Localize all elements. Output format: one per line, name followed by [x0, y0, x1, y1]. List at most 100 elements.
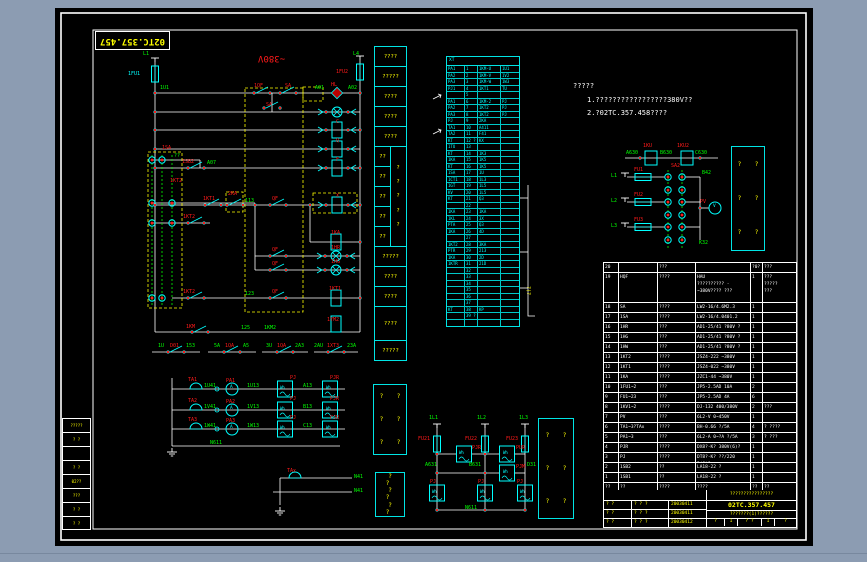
schematic-label: QF: [272, 261, 279, 267]
schematic-label: PJ: [478, 479, 485, 485]
bom-row: 14 1HW??? AD1-25/41 ?80V ? 1: [604, 343, 796, 353]
schematic-label: Wh: [280, 425, 285, 430]
schematic-label: 123: [245, 291, 255, 297]
schematic-label: HL: [331, 82, 338, 88]
schematic-label: 1QF: [254, 83, 264, 89]
function-cell: ????: [375, 47, 406, 67]
schematic-label: ??: [174, 153, 181, 159]
schematic-label: Wh: [503, 450, 508, 455]
schematic-label: 1U13: [247, 383, 260, 389]
revision-row: 02??: [63, 475, 90, 489]
schematic-label: Wh: [326, 425, 331, 430]
schematic-label: PA2: [226, 399, 236, 405]
legend-text: ? ?: [737, 194, 764, 202]
schematic-label: FU1: [634, 167, 644, 173]
schematic-label: PUR: [516, 445, 526, 451]
function-cell: ????: [375, 267, 406, 287]
schematic-label: ?(?: [525, 285, 532, 296]
bom-row: 2 1SB2?? LA18-22 ? 1: [604, 463, 796, 473]
schematic-label: A631: [425, 462, 438, 468]
bom-row: 8 1KV1~2???? DJ-132 400/380V 2???: [604, 403, 796, 413]
bom-row: 13 1KT2???? JSZ4-222 ~380V 1: [604, 353, 796, 363]
bom-row: 12 1KT1???? JSZ4-022 ~380V 1: [604, 363, 796, 373]
function-cell: ????: [375, 87, 406, 107]
schematic-label: PJ: [290, 415, 297, 421]
revision-row: ? ?: [63, 461, 90, 475]
function-cell: ????: [375, 127, 406, 147]
schematic-label: L1: [143, 51, 150, 57]
schematic-label: 1KT2: [170, 178, 183, 184]
schematic-label: SA: [266, 102, 273, 108]
schematic-label: Wh: [326, 385, 331, 390]
schematic-label: A01: [315, 85, 325, 91]
revision-row: ? ?: [63, 503, 90, 517]
schematic-label: C: [336, 119, 340, 125]
drawing-number: 02TC.357.457: [99, 35, 166, 46]
schematic-label: B42: [702, 170, 712, 176]
bom-row: 3PJ????DT8?-K? ??/220 3(6)?1: [604, 453, 796, 463]
bom-row: 11 1KA???? JZC1-44 ~380V 1: [604, 373, 796, 383]
bom-row: 18 SA???? LW2-16/4.6M2.3 1: [604, 303, 796, 313]
schematic-label: 1HR: [331, 245, 341, 251]
schematic-label: 2A3: [295, 343, 305, 349]
schematic-label: A: [230, 406, 233, 411]
legend-text: ? ?: [545, 465, 572, 472]
schematic-label: 1KT2: [183, 289, 196, 295]
schematic-label: A02: [348, 85, 358, 91]
schematic-label: L1: [611, 173, 618, 179]
note-line-1: 1.?????????????????380V??: [587, 96, 693, 104]
function-cell: ????: [375, 107, 406, 127]
title-block-signatures: ? ?? ? ? 20030411? ?? ? ? 20030411? ?? ? ?…: [604, 490, 707, 528]
schematic-label: Wh: [326, 406, 331, 411]
terminal-row: [447, 319, 519, 326]
schematic-label: 1SA: [162, 145, 172, 151]
schematic-label: 1W41: [204, 423, 217, 429]
schematic-label: Wh: [280, 406, 285, 411]
function-cell: ?????: [375, 247, 406, 267]
schematic-label: C630: [695, 150, 708, 156]
schematic-label: TA1: [188, 377, 198, 383]
schematic-label: 1L2: [477, 415, 487, 421]
schematic-label: A5: [243, 343, 250, 349]
bom-row: 6 TA1~3?TAx???? BH-0.66 ?/5A 4? ????: [604, 423, 796, 433]
schematic-label: PJR: [330, 396, 340, 402]
schematic-label: X: [336, 193, 340, 199]
schematic-label: ~380V: [258, 53, 286, 63]
schematic-label: 1KT1: [203, 196, 216, 202]
schematic-label: QF: [272, 289, 279, 295]
title-block-row: ? ?? ? ? 20030412: [604, 519, 706, 528]
schematic-label: V: [713, 204, 716, 209]
function-cell: ? ? ? ? ?: [396, 164, 400, 228]
schematic-label: B13: [303, 404, 313, 410]
schematic-label: 1U: [158, 343, 165, 349]
legend-text: ? ?: [385, 487, 397, 502]
schematic-label: A13: [303, 383, 313, 389]
bom-row: 16 1HR??? AD1-25/41 ?80V ? 1: [604, 323, 796, 333]
schematic-label: PJM: [516, 464, 526, 470]
note-line-2: 2.?02TC.357.458????: [587, 109, 668, 117]
legend-box-voltmeter: ? ? ? ? ? ?: [731, 146, 765, 251]
schematic-label: 23A: [347, 343, 357, 349]
application-window: 02TC.357.457 ????? 1.?????????????????38…: [0, 0, 867, 562]
revision-row: ?????: [63, 419, 90, 433]
legend-text: ? ?: [737, 160, 764, 168]
schematic-label: PA3: [226, 418, 236, 424]
schematic-label: 1YM2: [327, 317, 340, 323]
function-cell: ?????: [382, 347, 399, 354]
drawing-number-box: 02TC.357.457: [95, 31, 170, 50]
function-cell: ????: [375, 287, 406, 307]
schematic-label: 1KU2: [677, 143, 690, 149]
schematic-label: 1KU: [643, 143, 653, 149]
schematic-label: 153: [186, 343, 196, 349]
schematic-label: B631: [469, 462, 482, 468]
terminal-table-header: XT: [447, 57, 519, 66]
title-block-company: ????????????????: [707, 490, 796, 501]
legend-box-energy: ? ? ? ? ? ?: [538, 418, 574, 519]
schematic-label: Wh: [503, 469, 508, 474]
schematic-label: 1U1: [160, 85, 170, 91]
legend-box-ammeter: ? ? ? ? ? ?: [373, 384, 407, 455]
schematic-label: 1XT3: [327, 343, 340, 349]
schematic-label: K32: [699, 240, 709, 246]
revision-row: ???: [63, 489, 90, 503]
notes-title: ?????: [573, 82, 595, 90]
